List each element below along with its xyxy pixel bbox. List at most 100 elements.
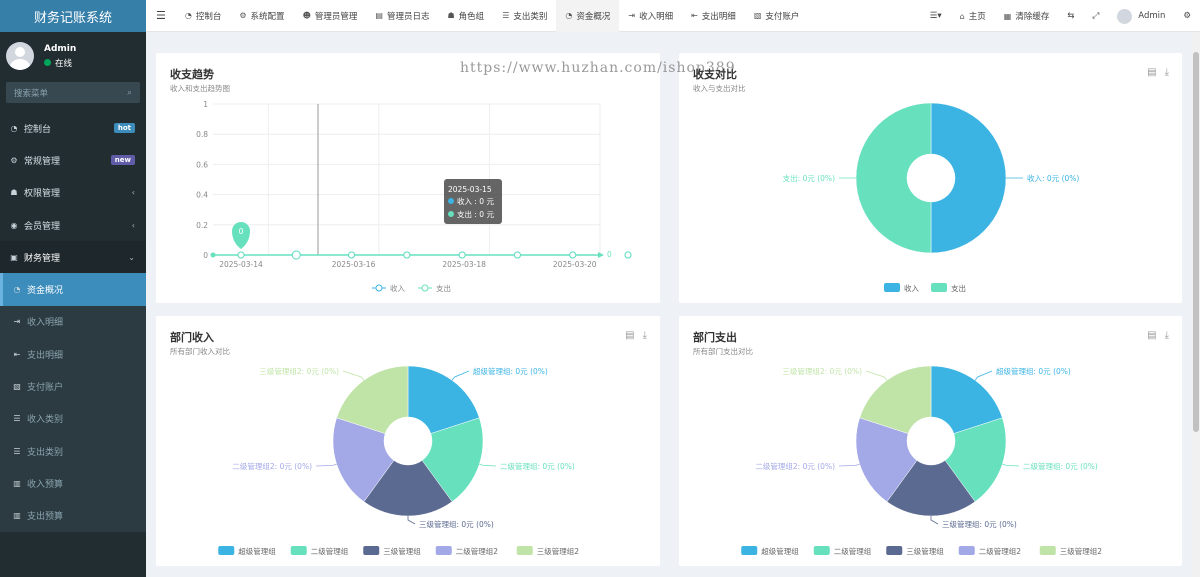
tab-1[interactable]: ⚙ 系统配置	[230, 0, 293, 32]
scrollbar-thumb[interactable]	[1193, 52, 1199, 432]
legend-label[interactable]: 收入	[390, 283, 405, 293]
tab-9[interactable]: ▧ 支付账户	[745, 0, 809, 32]
fullscreen-icon[interactable]: ⤢	[1083, 0, 1108, 32]
sidebar-subitem-3[interactable]: ▧ 支付账户	[0, 370, 146, 403]
legend-swatch-icon[interactable]	[290, 546, 307, 555]
cogs-icon: ⚙	[10, 155, 18, 165]
legend-swatch-icon[interactable]	[218, 546, 235, 555]
menu-badge: hot	[113, 123, 135, 134]
sidebar-subitem-5[interactable]: ☰ 支出类别	[0, 434, 146, 468]
pie-slice-支出[interactable]	[855, 102, 932, 254]
sidebar-item-2[interactable]: ☗ 权限管理 ‹	[0, 177, 146, 209]
sidebar-subitem-6[interactable]: ▥ 收入预算	[0, 467, 146, 500]
sidebar-subitem-4[interactable]: ☰ 收入类别	[0, 402, 146, 435]
legend-swatch-icon[interactable]	[516, 546, 533, 555]
sidebar-subitem-0[interactable]: ◔ 资金概况	[0, 273, 146, 306]
gear-icon: ⚙	[239, 11, 247, 20]
trend-line-chart[interactable]: 0 0.2 0.4 0.6 0.8 1 2025-03-14 2025-03-16 2025-0…	[156, 53, 660, 303]
sidebar-subitem-2[interactable]: ⇤ 支出明细	[0, 338, 146, 371]
tab-3[interactable]: ▤ 管理员日志	[366, 0, 438, 32]
sidebar-subitem-7[interactable]: ▥ 支出预算	[0, 499, 146, 532]
series-point-支出[interactable]	[291, 250, 301, 260]
x-tick-label: 2025-03-16	[332, 260, 376, 269]
tab-label: 资金概况	[576, 11, 611, 22]
settings-gear-icon[interactable]: ⚙	[1174, 0, 1200, 32]
series-point-支出[interactable]	[237, 251, 245, 259]
series-point-支出[interactable]	[458, 251, 466, 259]
tab-7[interactable]: ⇥ 收入明细	[619, 0, 682, 32]
dept-expense-pie-chart[interactable]: 超级管理组: 0元 (0%) 二级管理组: 0元 (0%) 三级管理组: 0元 (0…	[679, 316, 1182, 566]
sidebar-item-0[interactable]: ◔ 控制台 hot	[0, 112, 146, 144]
tab-5[interactable]: ☰ 支出类别	[493, 0, 556, 32]
legend-swatch-icon[interactable]	[1039, 546, 1056, 555]
search-icon[interactable]: ⌕	[127, 88, 132, 98]
tab-0[interactable]: ◔ 控制台	[176, 0, 231, 32]
series-point-支出[interactable]	[569, 251, 577, 259]
legend-label[interactable]: 二级管理组	[311, 546, 349, 556]
legend-marker-icon[interactable]	[375, 284, 383, 292]
menu-search-input[interactable]: 搜索菜单 ⌕	[6, 82, 140, 103]
sidebar-item-label: 控制台	[24, 124, 52, 135]
pie-slice-收入[interactable]	[930, 102, 1007, 254]
legend-swatch-icon[interactable]	[931, 283, 947, 292]
dept-income-pie-chart[interactable]: 超级管理组: 0元 (0%) 二级管理组: 0元 (0%) 三级管理组: 0元 (0…	[156, 316, 660, 566]
app-title[interactable]: 财务记账系统	[0, 0, 146, 32]
sidebar-subitem-label: 支出明细	[27, 350, 64, 361]
tab-6[interactable]: ◔ 资金概况	[556, 0, 620, 32]
sidebar-item-1[interactable]: ⚙ 常规管理 new	[0, 144, 146, 176]
page-scrollbar[interactable]	[1192, 32, 1200, 577]
legend-label[interactable]: 三级管理组	[906, 546, 944, 556]
legend-label[interactable]: 收入	[904, 283, 919, 293]
clear-cache-button[interactable]: ▦ 清除缓存	[995, 0, 1059, 32]
compare-pie-chart[interactable]: 收入: 0元 (0%) 支出: 0元 (0%) 收入 支出	[679, 53, 1182, 303]
clear-cache-label: 清除缓存	[1015, 12, 1050, 22]
legend-swatch-icon[interactable]	[884, 283, 900, 292]
label-leader-line	[315, 463, 337, 467]
home-link[interactable]: ⌂ 主页	[951, 0, 995, 32]
trash-icon: ▦	[1003, 11, 1012, 21]
list-icon: ☰	[502, 11, 510, 20]
user-menu[interactable]: Admin	[1108, 0, 1174, 32]
tab-2[interactable]: ☻ 管理员管理	[294, 0, 367, 32]
legend-label[interactable]: 二级管理组	[834, 546, 872, 556]
legend-swatch-icon[interactable]	[363, 546, 380, 555]
legend-label[interactable]: 三级管理组	[383, 546, 421, 556]
series-point-支出[interactable]	[348, 251, 356, 259]
legend-label[interactable]: 三级管理组2	[1060, 546, 1102, 556]
sidebar-item-4[interactable]: ▣ 财务管理 ⌄	[0, 241, 146, 274]
sidebar-toggle-icon[interactable]: ☰	[146, 0, 176, 32]
sidebar-subitem-label: 收入预算	[27, 479, 64, 490]
axis-arrow-icon	[598, 252, 604, 258]
slice-label: 二级管理组: 0元 (0%)	[1023, 461, 1098, 471]
series-point-支出[interactable]	[403, 251, 411, 259]
legend-label[interactable]: 二级管理组2	[979, 546, 1021, 556]
legend-label[interactable]: 支出	[436, 283, 451, 293]
sign-out-icon: ⇤	[691, 11, 698, 20]
legend-label[interactable]: 超级管理组	[238, 546, 276, 556]
language-icon[interactable]: ⇆	[1058, 0, 1083, 32]
legend-label[interactable]: 二级管理组2	[456, 546, 498, 556]
legend-swatch-icon[interactable]	[886, 546, 903, 555]
topbar-right: ☰▾ ⌂ 主页 ▦ 清除缓存 ⇆ ⤢ Admin ⚙	[921, 0, 1200, 32]
tab-8[interactable]: ⇤ 支出明细	[682, 0, 745, 32]
series-point-支出[interactable]	[624, 251, 632, 259]
tab-4[interactable]: ☗ 角色组	[439, 0, 494, 32]
legend-label[interactable]: 三级管理组2	[537, 546, 579, 556]
legend-swatch-icon[interactable]	[813, 546, 830, 555]
x-tick-label: 2025-03-20	[553, 260, 597, 269]
log-icon: ▤	[375, 11, 383, 20]
dashboard-icon: ◔	[13, 285, 21, 295]
avatar[interactable]	[6, 42, 34, 70]
tab-label: 管理员日志	[386, 11, 430, 22]
legend-label[interactable]: 支出	[951, 283, 966, 293]
legend-marker-icon[interactable]	[421, 284, 429, 292]
tabs-dropdown-icon[interactable]: ☰▾	[921, 0, 951, 32]
sidebar-item-3[interactable]: ◉ 会员管理 ‹	[0, 209, 146, 241]
legend-swatch-icon[interactable]	[958, 546, 975, 555]
legend-swatch-icon[interactable]	[435, 546, 452, 555]
legend-label[interactable]: 超级管理组	[761, 546, 799, 556]
sidebar-subitem-1[interactable]: ⇥ 收入明细	[0, 305, 146, 339]
legend-swatch-icon[interactable]	[741, 546, 758, 555]
label-leader-line	[451, 370, 470, 381]
series-point-支出[interactable]	[513, 251, 521, 259]
